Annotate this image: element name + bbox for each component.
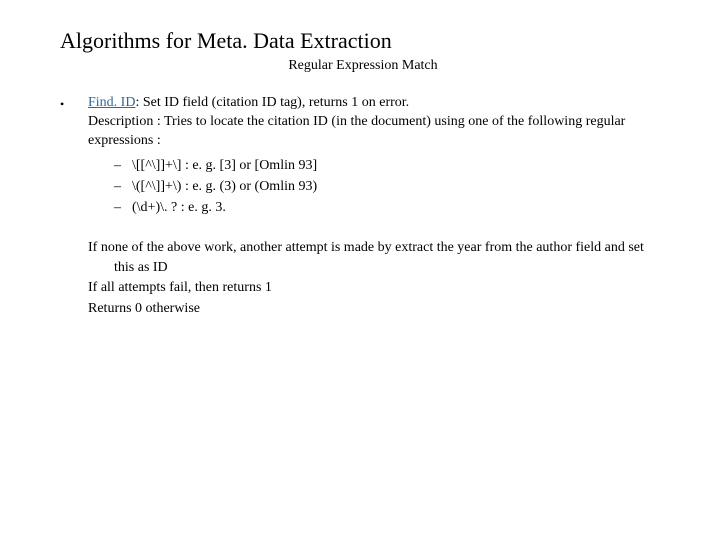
- slide-title: Algorithms for Meta. Data Extraction: [60, 28, 666, 54]
- bullet-marker: •: [60, 94, 88, 319]
- function-line: Find. ID: Set ID field (citation ID tag)…: [88, 94, 666, 113]
- function-name: Find. ID: [88, 95, 135, 110]
- description-label: Description :: [88, 114, 161, 129]
- slide-subtitle: Regular Expression Match: [60, 58, 666, 74]
- description-text: Tries to locate the citation ID (in the …: [88, 114, 625, 148]
- notes-block: If none of the above work, another attem…: [88, 238, 666, 319]
- note-line: Returns 0 otherwise: [88, 299, 666, 319]
- function-summary: Set ID field (citation ID tag), returns …: [143, 95, 409, 110]
- regex-item: (\d+)\. ? : e. g. 3.: [88, 197, 666, 218]
- note-line: If all attempts fail, then returns 1: [88, 278, 666, 298]
- description-line: Description : Tries to locate the citati…: [88, 113, 666, 151]
- note-line: If none of the above work, another attem…: [88, 238, 666, 279]
- regex-list: \[[^\]]+\] : e. g. [3] or [Omlin 93] \([…: [88, 155, 666, 218]
- regex-item: \([^\]]+\) : e. g. (3) or (Omlin 93): [88, 176, 666, 197]
- regex-item: \[[^\]]+\] : e. g. [3] or [Omlin 93]: [88, 155, 666, 176]
- fn-sep: :: [135, 95, 142, 110]
